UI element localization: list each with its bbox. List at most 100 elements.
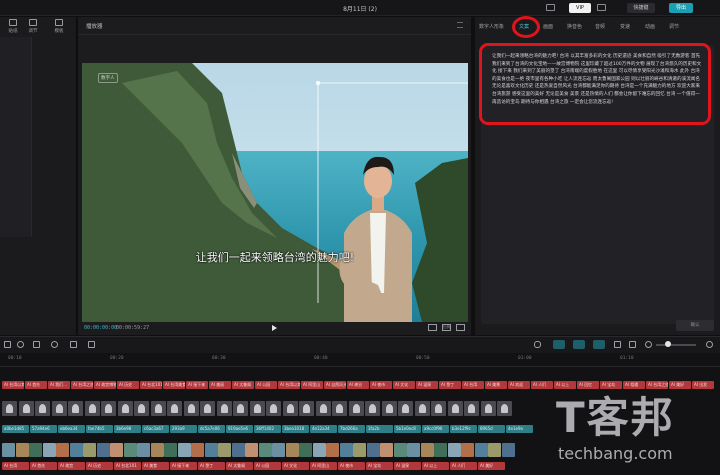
video-clip[interactable]: 3b6e98 bbox=[114, 425, 141, 433]
avatar-clip[interactable] bbox=[2, 401, 17, 416]
video-clip[interactable]: 8965d bbox=[478, 425, 505, 433]
ratio-button[interactable]: 比例 bbox=[442, 324, 451, 331]
avatar-clip[interactable] bbox=[117, 401, 133, 416]
text-clip[interactable]: AI 台湾以其... bbox=[278, 381, 300, 389]
text-clip[interactable]: AI 美好 bbox=[478, 462, 505, 470]
zoom-in-icon[interactable] bbox=[706, 341, 713, 348]
avatar-clip[interactable] bbox=[216, 401, 232, 416]
fit-icon[interactable] bbox=[428, 324, 437, 331]
vip-badge[interactable]: VIP bbox=[569, 3, 591, 13]
video-clip[interactable]: eb6ea34 bbox=[58, 425, 85, 433]
avatar-clip[interactable] bbox=[35, 401, 50, 416]
subtitle-text[interactable]: 让我们一起来领略台湾的魅力吧! bbox=[82, 249, 468, 265]
video-clip[interactable]: c6ac3a67 bbox=[142, 425, 169, 433]
text-clip[interactable]: AI 阿里山 bbox=[310, 462, 337, 470]
text-clip[interactable]: AI 文化 bbox=[393, 381, 415, 389]
confirm-button[interactable]: 确认 bbox=[676, 320, 714, 331]
text-clip[interactable]: AI 台湾 bbox=[462, 381, 484, 389]
avatar-clip[interactable] bbox=[365, 401, 380, 416]
avatar-clip[interactable] bbox=[266, 401, 281, 416]
avatar-clip[interactable] bbox=[299, 401, 314, 416]
export-button[interactable]: 导出 bbox=[669, 3, 693, 13]
text-clip[interactable]: AI 自然风光 bbox=[324, 381, 346, 389]
avatar-clip[interactable] bbox=[315, 401, 331, 416]
text-clip[interactable]: AI 太鲁阁 bbox=[226, 462, 253, 470]
avatar-clip[interactable] bbox=[200, 401, 215, 416]
avatar-clip[interactable] bbox=[150, 401, 166, 416]
avatar-clip[interactable] bbox=[497, 401, 512, 416]
text-clip[interactable]: AI 公园 bbox=[255, 381, 277, 389]
avatar-clip[interactable] bbox=[447, 401, 463, 416]
preview-axis-icon[interactable] bbox=[593, 340, 605, 349]
text-clip[interactable]: AI 台北101 bbox=[140, 381, 162, 389]
avatar-clip[interactable] bbox=[51, 401, 67, 416]
text-clip[interactable]: AI 历史 bbox=[117, 381, 139, 389]
video-preview[interactable]: 数字人 让我们一起来领略台湾的魅力吧! bbox=[82, 63, 468, 322]
text-clip[interactable]: AI 首先 bbox=[30, 462, 57, 470]
video-clip[interactable]: 4e1e9a bbox=[506, 425, 533, 433]
text-clip[interactable]: AI 美食 bbox=[142, 462, 169, 470]
video-clip[interactable]: 57a94e6 bbox=[30, 425, 57, 433]
crop-icon[interactable] bbox=[70, 341, 77, 348]
text-clip[interactable]: AI 夜市 bbox=[370, 381, 392, 389]
video-clip[interactable]: 293a9 bbox=[170, 425, 197, 433]
text-clip[interactable]: AI 欢迎 bbox=[508, 381, 530, 389]
avatar-clip[interactable] bbox=[332, 401, 347, 416]
menu-icon[interactable] bbox=[457, 22, 463, 28]
text-clip[interactable]: AI 峡谷 bbox=[347, 381, 369, 389]
video-clip[interactable]: dc5a7e06 bbox=[198, 425, 225, 433]
video-clip[interactable]: 5b1e0ec8 bbox=[394, 425, 421, 433]
avatar-clip[interactable] bbox=[480, 401, 496, 416]
avatar-clip[interactable] bbox=[249, 401, 265, 416]
text-clip[interactable]: AI 首先 bbox=[25, 381, 47, 389]
video-clip[interactable]: a0be1d85 bbox=[2, 425, 29, 433]
tab-audio[interactable]: 音频 bbox=[595, 23, 605, 30]
avatar-clip[interactable] bbox=[18, 401, 34, 416]
text-clip[interactable]: AI 垦丁 bbox=[439, 381, 461, 389]
avatar-clip[interactable] bbox=[348, 401, 364, 416]
shortcut-button[interactable]: 快捷键 bbox=[627, 3, 655, 13]
text-clip[interactable]: AI 台湾以其... bbox=[2, 381, 24, 389]
text-clip[interactable]: AI 温泉 bbox=[416, 381, 438, 389]
video-clip[interactable]: 3fa2b bbox=[366, 425, 393, 433]
rotate-icon[interactable] bbox=[51, 341, 58, 348]
text-clip[interactable]: AI 台北101 bbox=[114, 462, 141, 470]
video-clip[interactable]: fae74b5 bbox=[86, 425, 113, 433]
video-clip[interactable]: 3bea1018 bbox=[282, 425, 309, 433]
text-clip[interactable]: AI 公园 bbox=[254, 462, 281, 470]
zoom-handle[interactable] bbox=[665, 341, 671, 347]
video-clip[interactable]: 4e12a34 bbox=[310, 425, 337, 433]
text-clip[interactable]: AI 夜市 bbox=[338, 462, 365, 470]
avatar-clip[interactable] bbox=[233, 401, 248, 416]
tab-speed[interactable]: 变速 bbox=[620, 23, 630, 30]
snap-icon[interactable] bbox=[573, 340, 585, 349]
tab-adjust-right[interactable]: 调节 bbox=[669, 23, 679, 30]
text-clip[interactable]: AI 温泉 bbox=[394, 462, 421, 470]
video-clip[interactable]: b3e12f9c bbox=[450, 425, 477, 433]
split-icon[interactable] bbox=[17, 341, 24, 348]
avatar-clip[interactable] bbox=[101, 401, 116, 416]
video-clip[interactable]: 919ae5e6 bbox=[226, 425, 253, 433]
tab-adjust[interactable]: 调节 bbox=[20, 17, 46, 37]
avatar-clip[interactable] bbox=[282, 401, 298, 416]
text-clip[interactable]: AI 阿里山 bbox=[301, 381, 323, 389]
avatar-clip[interactable] bbox=[464, 401, 479, 416]
time-ruler[interactable]: 00:10 00:20 00:30 00:40 00:50 01:00 01:1… bbox=[0, 353, 720, 367]
video-clip[interactable]: 36ff1402 bbox=[254, 425, 281, 433]
avatar-clip[interactable] bbox=[167, 401, 182, 416]
avatar-clip[interactable] bbox=[414, 401, 430, 416]
text-clip[interactable]: AI 太鲁阁 bbox=[232, 381, 254, 389]
text-clip[interactable]: AI 人们 bbox=[450, 462, 477, 470]
text-clip[interactable]: AI 接下来 bbox=[186, 381, 208, 389]
layout-icon[interactable] bbox=[546, 4, 555, 11]
caption-icon[interactable] bbox=[629, 341, 636, 348]
text-clip[interactable]: AI 故宫 bbox=[58, 462, 85, 470]
zoom-out-icon[interactable] bbox=[645, 341, 652, 348]
text-clip[interactable]: AI 垦丁 bbox=[198, 462, 225, 470]
tab-avatar[interactable]: 数字人形象 bbox=[479, 23, 504, 30]
subtitle-track-icon[interactable] bbox=[614, 341, 621, 348]
tab-voice[interactable]: 换音色 bbox=[567, 23, 582, 30]
avatar-clip[interactable] bbox=[381, 401, 397, 416]
text-clip[interactable]: AI 历史 bbox=[86, 462, 113, 470]
fullscreen-icon[interactable] bbox=[456, 324, 465, 331]
